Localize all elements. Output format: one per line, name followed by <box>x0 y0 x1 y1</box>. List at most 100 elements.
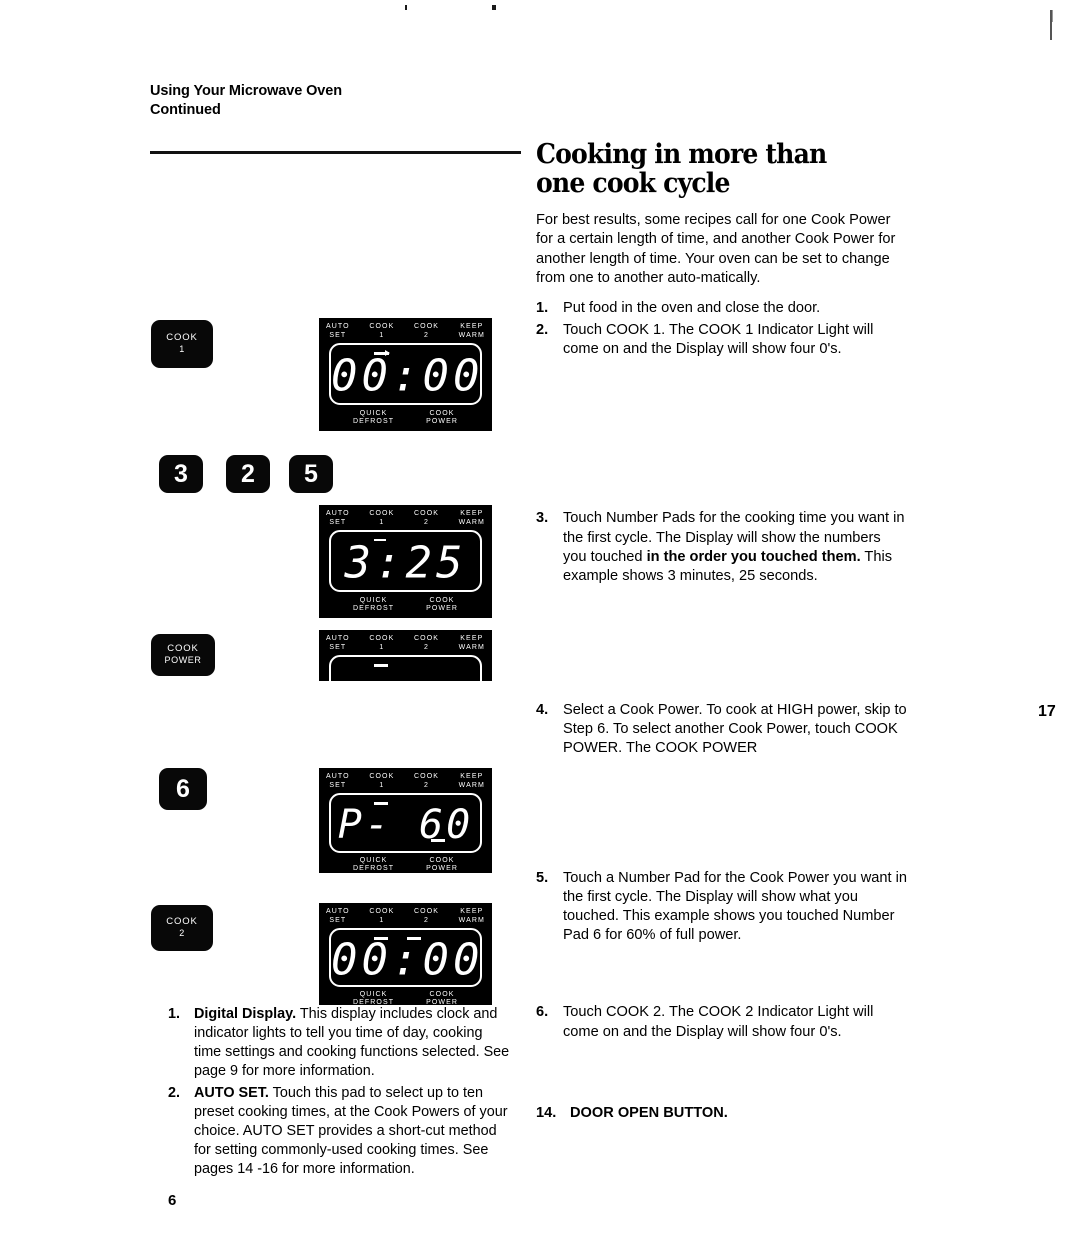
pad-cook-1[interactable]: COOK 1 <box>151 320 213 368</box>
pad-number-3[interactable]: 3 <box>159 455 203 493</box>
display-cook2-zeros: AUTO SET COOK 1 COOK 2 KEEP WARM 00:00 Q… <box>319 903 492 1005</box>
scan-speck <box>492 5 496 10</box>
lcd-screen: 3:25 <box>329 530 482 592</box>
panel-top-labels: AUTO SET COOK 1 COOK 2 KEEP WARM <box>319 510 492 528</box>
label-cook-2: COOK 2 <box>414 773 440 789</box>
item-term: Digital Display. <box>194 1006 297 1022</box>
section-title: Cooking in more than one cook cycle <box>536 139 827 200</box>
label-quick-defrost: QUICK DEFROST <box>352 409 395 426</box>
label-cook-power: COOK POWER <box>426 990 459 1006</box>
label-quick-defrost: QUICK DEFROST <box>352 596 395 613</box>
label-cook-1: COOK 1 <box>369 908 395 924</box>
panel-top-labels: AUTO SET COOK 1 COOK 2 KEEP WARM <box>319 323 492 341</box>
label-keep-warm: KEEP WARM <box>458 773 485 789</box>
pad-label-line1: 2 <box>241 459 255 488</box>
label-keep-warm: KEEP WARM <box>458 635 485 651</box>
panel-bottom-labels: QUICK DEFROST COOK POWER <box>319 410 492 428</box>
pad-label-line1: 6 <box>176 774 190 803</box>
panel-bottom-labels: QUICK DEFROST COOK POWER <box>319 857 492 874</box>
label-cook-power: COOK POWER <box>426 409 459 426</box>
step-1: 1. Put food in the oven and close the do… <box>536 299 908 318</box>
step-text: Touch a Number Pad for the Cook Power yo… <box>563 869 907 944</box>
label-cook-2: COOK 2 <box>414 635 440 651</box>
step-4: 4. Select a Cook Power. To cook at HIGH … <box>536 701 908 759</box>
label-cook-1: COOK 1 <box>369 510 395 526</box>
label-auto-set: AUTO SET <box>326 323 350 339</box>
lcd-screen: P- 60 <box>329 793 482 853</box>
pad-label-line2: 2 <box>179 928 185 939</box>
pad-label-line1: 5 <box>304 459 318 488</box>
pad-label-line1: 3 <box>174 459 188 488</box>
pad-label-line1: COOK <box>167 643 199 655</box>
panel-bottom-labels: QUICK DEFROST COOK POWER <box>319 597 492 615</box>
pad-label-line2: POWER <box>164 655 202 666</box>
label-cook-2: COOK 2 <box>414 510 440 526</box>
cook-1-indicator-icon <box>374 664 388 667</box>
page-number: 6 <box>168 1192 177 1209</box>
feature-list: 1. Digital Display. This display include… <box>168 1005 513 1181</box>
pad-cook-power[interactable]: COOK POWER <box>151 634 215 676</box>
lcd-value: 00:00 <box>331 350 484 402</box>
door-open-button-item: 14. DOOR OPEN BUTTON. <box>536 1104 908 1123</box>
label-cook-power: COOK POWER <box>426 596 459 613</box>
display-cook1-zeros: AUTO SET COOK 1 COOK 2 KEEP WARM 00:00 Q… <box>319 318 492 431</box>
lcd-screen: 00:00 <box>329 343 482 405</box>
step-5: 5. Touch a Number Pad for the Cook Power… <box>536 869 908 946</box>
stray-page-number: 17 <box>1038 703 1056 720</box>
label-cook-2: COOK 2 <box>414 323 440 339</box>
panel-bottom-labels: QUICK DEFROST COOK POWER <box>319 991 492 1006</box>
label-auto-set: AUTO SET <box>326 635 350 651</box>
label-auto-set: AUTO SET <box>326 908 350 924</box>
item-number: 1. <box>168 1006 181 1022</box>
item-term: AUTO SET. <box>194 1084 269 1101</box>
section-intro: For best results, some recipes call for … <box>536 212 896 286</box>
document-page: Using Your Microwave Oven Continued Cook… <box>0 0 1080 1240</box>
feature-item-auto-set: 2. AUTO SET. Touch this pad to select up… <box>168 1084 513 1179</box>
lcd-value: 3:25 <box>344 537 467 589</box>
step-text: Put food in the oven and close the door. <box>563 299 821 316</box>
lcd-screen: 00:00 <box>329 928 482 987</box>
scan-edge-mark <box>1050 10 1053 40</box>
item-text: DOOR OPEN BUTTON. <box>570 1104 728 1121</box>
header-title-line1: Using Your Microwave Oven <box>150 83 342 99</box>
pad-cook-2[interactable]: COOK 2 <box>151 905 213 951</box>
label-keep-warm: KEEP WARM <box>458 510 485 526</box>
step-number: 2. <box>536 321 549 338</box>
panel-top-labels: AUTO SET COOK 1 COOK 2 KEEP WARM <box>319 635 492 653</box>
display-time-325: AUTO SET COOK 1 COOK 2 KEEP WARM 3:25 QU… <box>319 505 492 618</box>
label-keep-warm: KEEP WARM <box>458 908 485 924</box>
power-underscore-icon <box>431 839 445 842</box>
label-keep-warm: KEEP WARM <box>458 323 485 339</box>
lcd-value: P- 60 <box>337 801 474 848</box>
pad-label-line1: COOK <box>166 332 198 344</box>
pad-number-6[interactable]: 6 <box>159 768 207 810</box>
document-header: Using Your Microwave Oven Continued <box>150 82 342 119</box>
label-cook-1: COOK 1 <box>369 323 395 339</box>
step-number: 5. <box>536 869 549 886</box>
step-text: Select a Cook Power. To cook at HIGH pow… <box>563 702 907 757</box>
label-cook-1: COOK 1 <box>369 773 395 789</box>
panel-top-labels: AUTO SET COOK 1 COOK 2 KEEP WARM <box>319 773 492 791</box>
step-number: 6. <box>536 1004 549 1021</box>
step-number: 1. <box>536 299 549 316</box>
pad-label-line2: 1 <box>179 344 185 355</box>
header-title-line2: Continued <box>150 101 221 118</box>
right-column: Cooking in more than one cook cycle For … <box>536 140 908 1126</box>
panel-top-labels: AUTO SET COOK 1 COOK 2 KEEP WARM <box>319 908 492 926</box>
pad-label-line1: COOK <box>166 916 198 928</box>
feature-item-digital-display: 1. Digital Display. This display include… <box>168 1005 513 1081</box>
label-cook-2: COOK 2 <box>414 908 440 924</box>
pad-number-2[interactable]: 2 <box>226 455 270 493</box>
scan-speck <box>405 5 407 10</box>
step-number: 3. <box>536 510 549 527</box>
header-divider <box>150 151 521 154</box>
step-6: 6. Touch COOK 2. The COOK 2 Indicator Li… <box>536 1003 908 1041</box>
step-2: 2. Touch COOK 1. The COOK 1 Indicator Li… <box>536 321 908 359</box>
label-quick-defrost: QUICK DEFROST <box>352 990 395 1006</box>
item-number: 2. <box>168 1084 181 1101</box>
lcd-value: 00:00 <box>331 934 484 986</box>
lcd-screen <box>329 655 482 681</box>
label-auto-set: AUTO SET <box>326 510 350 526</box>
step-number: 4. <box>536 702 549 719</box>
pad-number-5[interactable]: 5 <box>289 455 333 493</box>
